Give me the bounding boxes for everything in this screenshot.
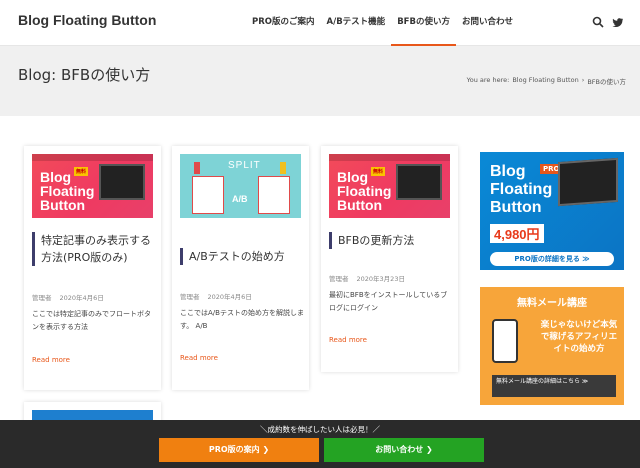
post-thumbnail[interactable]: SPLIT A/B xyxy=(180,154,301,218)
floating-button-bar: ＼成約数を伸ばしたい人は必見！／ PRO版の案内 ❯ お問い合わせ ❯ xyxy=(0,420,640,468)
post-card: 無料 Blog Floating Button BFBの更新方法 管理者 202… xyxy=(321,146,458,372)
mail-course-banner[interactable]: 無料メール講座 楽じゃないけど本気で稼げるアフィリエイトの始め方 無料メール講座… xyxy=(480,287,624,405)
pro-details-button[interactable]: PRO版の詳細を見る ≫ xyxy=(490,252,614,266)
post-meta: 管理者 2020年4月6日 xyxy=(32,292,104,302)
laptop-image xyxy=(558,157,618,207)
post-title[interactable]: BFBの更新方法 xyxy=(329,232,450,249)
breadcrumb-prefix: You are here: xyxy=(466,76,510,84)
pro-version-banner[interactable]: PRO Blog Floating Button 4,980円 PRO版の詳細を… xyxy=(480,152,624,270)
pro-info-button[interactable]: PRO版の案内 ❯ xyxy=(159,438,319,462)
post-thumbnail[interactable]: 無料 Blog Floating Button xyxy=(329,154,450,218)
floating-caption: ＼成約数を伸ばしたい人は必見！／ xyxy=(260,425,380,434)
breadcrumb-current: BFBの使い方 xyxy=(587,78,626,86)
nav-item-bfb-usage[interactable]: BFBの使い方 xyxy=(391,0,456,46)
laptop-image xyxy=(396,164,442,200)
post-title[interactable]: A/Bテストの始め方 xyxy=(180,248,301,265)
site-header: Blog Floating Button PRO版のご案内 A/Bテスト機能 B… xyxy=(0,0,640,46)
post-author[interactable]: 管理者 xyxy=(32,292,52,302)
nav-item-ab-test[interactable]: A/Bテスト機能 xyxy=(321,0,392,46)
breadcrumb-separator: › xyxy=(581,76,585,84)
post-author[interactable]: 管理者 xyxy=(180,291,200,301)
page-title-band: Blog: BFBの使い方 You are here: Blog Floatin… xyxy=(0,46,640,116)
laptop-image xyxy=(99,164,145,200)
post-meta: 管理者 2020年4月6日 xyxy=(180,291,252,301)
price-label: 4,980円 xyxy=(490,224,544,243)
post-date: 2020年4月6日 xyxy=(59,294,104,302)
ab-label: A/B xyxy=(232,194,248,204)
post-title[interactable]: 特定記事のみ表示する方法(PRO版のみ) xyxy=(32,232,153,266)
nav-item-pro[interactable]: PRO版のご案内 xyxy=(246,0,321,46)
post-excerpt: ここでは特定記事のみでフロートボタンを表示する方法 xyxy=(32,310,151,331)
mail-course-body: 楽じゃないけど本気で稼げるアフィリエイトの始め方 xyxy=(540,320,618,354)
page-title: Blog: BFBの使い方 xyxy=(18,66,151,84)
split-testing-label: SPLIT xyxy=(228,160,261,171)
breadcrumb-home[interactable]: Blog Floating Button xyxy=(512,76,578,86)
nav-item-contact[interactable]: お問い合わせ xyxy=(456,0,519,46)
phone-icon xyxy=(492,319,518,363)
site-logo[interactable]: Blog Floating Button xyxy=(18,12,156,28)
mail-course-heading: 無料メール講座 xyxy=(517,298,587,309)
twitter-icon[interactable] xyxy=(612,16,624,28)
post-card: 無料 Blog Floating Button 特定記事のみ表示する方法(PRO… xyxy=(24,146,161,390)
read-more-link[interactable]: Read more xyxy=(329,336,367,344)
read-more-link[interactable]: Read more xyxy=(32,356,70,364)
post-date: 2020年3月23日 xyxy=(356,275,405,283)
post-thumbnail[interactable]: 無料 Blog Floating Button xyxy=(32,154,153,218)
post-excerpt: ここではA/Bテストの始め方を解説します。 A/B xyxy=(180,309,304,330)
free-badge: 無料 xyxy=(74,167,89,176)
breadcrumb: You are here: Blog Floating Button › BFB… xyxy=(467,76,626,86)
post-author[interactable]: 管理者 xyxy=(329,273,349,283)
free-badge: 無料 xyxy=(371,167,386,176)
post-date: 2020年4月6日 xyxy=(207,293,252,301)
search-icon[interactable] xyxy=(592,16,604,28)
mail-course-button[interactable]: 無料メール講座の詳細はこちら ≫ xyxy=(492,375,616,397)
post-card: SPLIT A/B A/Bテストの始め方 管理者 2020年4月6日 ここではA… xyxy=(172,146,309,390)
read-more-link[interactable]: Read more xyxy=(180,354,218,362)
post-meta: 管理者 2020年3月23日 xyxy=(329,273,405,283)
post-excerpt: 最初にBFBをインストールしているブログにログイン xyxy=(329,291,448,312)
contact-button[interactable]: お問い合わせ ❯ xyxy=(324,438,484,462)
main-nav: PRO版のご案内 A/Bテスト機能 BFBの使い方 お問い合わせ xyxy=(246,0,519,46)
